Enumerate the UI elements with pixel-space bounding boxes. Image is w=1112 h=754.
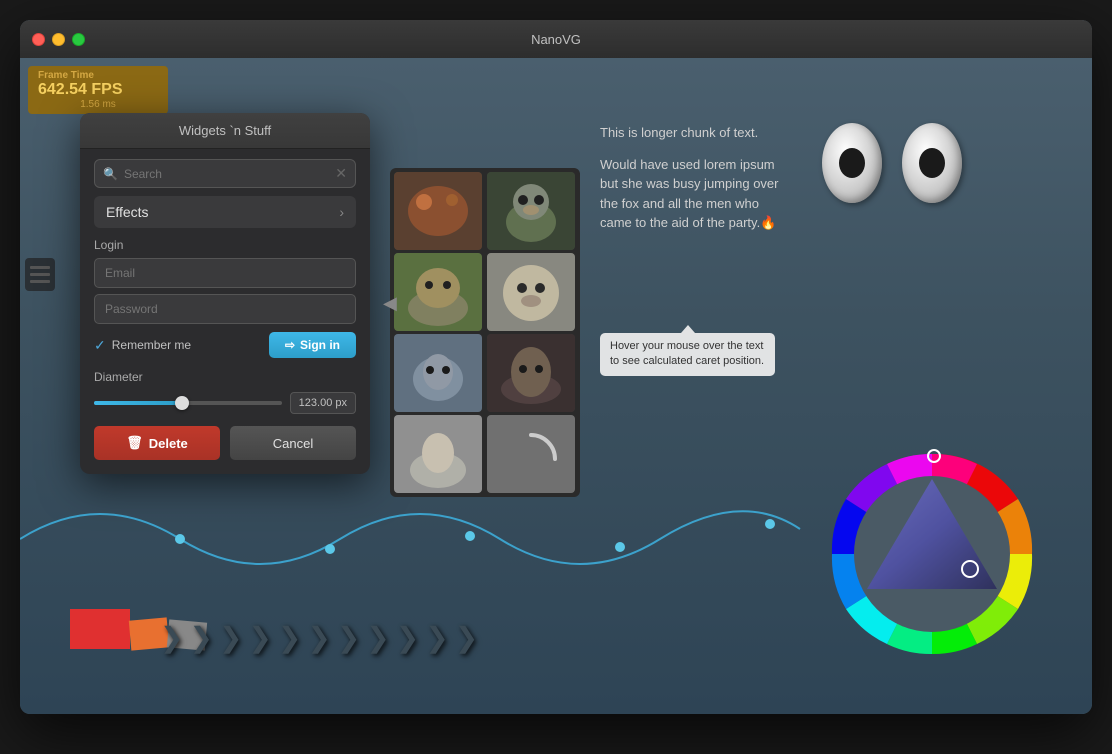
main-window: NanoVG Frame Time 642.54 FPS 1.56 ms Wid… — [20, 20, 1092, 714]
tooltip-text: Hover your mouse over the text to see ca… — [610, 340, 764, 367]
close-button[interactable] — [32, 33, 45, 46]
image-thumbnail-1 — [394, 172, 482, 250]
image-cell-3[interactable] — [394, 253, 482, 331]
delete-label: Delete — [149, 436, 188, 451]
effects-arrow-icon: › — [339, 204, 344, 220]
image-thumbnail-6 — [487, 334, 575, 412]
panel-line — [30, 273, 50, 276]
traffic-lights — [32, 33, 85, 46]
diameter-slider[interactable] — [94, 401, 282, 405]
fps-counter: Frame Time 642.54 FPS 1.56 ms — [28, 66, 168, 114]
signin-icon: ⇨ — [285, 338, 295, 352]
canvas-area: Frame Time 642.54 FPS 1.56 ms Widgets `n… — [20, 58, 1092, 714]
color-wheel-svg[interactable] — [822, 444, 1042, 664]
widget-body: 🔍 ✕ Effects › Login ✓ Remember — [80, 149, 370, 474]
image-thumbnail-5 — [394, 334, 482, 412]
color-wheel-container — [822, 444, 1042, 664]
login-label: Login — [94, 238, 356, 252]
remember-left: ✓ Remember me — [94, 337, 191, 354]
pupil-right — [919, 148, 945, 178]
maximize-button[interactable] — [72, 33, 85, 46]
search-clear-icon[interactable]: ✕ — [335, 165, 347, 182]
arrow-chevron-4: ❯ — [248, 621, 271, 654]
arrow-chevron-8: ❯ — [366, 621, 389, 654]
arrow-chevron-1: ❯ — [160, 621, 183, 654]
buttons-row: 🗑 Delete Cancel — [94, 426, 356, 460]
arrow-chevron-5: ❯ — [278, 621, 301, 654]
signin-button[interactable]: ⇨ Sign in — [269, 332, 356, 358]
image-thumbnail-2 — [487, 172, 575, 250]
slider-row: 123.00 px — [94, 392, 356, 414]
eyes-container — [822, 123, 962, 203]
arrow-chevron-3: ❯ — [219, 621, 242, 654]
slider-thumb[interactable] — [175, 396, 189, 410]
image-cell-5[interactable] — [394, 334, 482, 412]
text-paragraph1: This is longer chunk of text. — [600, 123, 785, 143]
window-title: NanoVG — [531, 32, 581, 47]
panel-line — [30, 266, 50, 269]
password-field[interactable] — [94, 294, 356, 324]
slider-fill — [94, 401, 178, 405]
sine-wave-svg — [20, 479, 800, 569]
remember-me-label: Remember me — [112, 338, 191, 352]
eye-right — [902, 123, 962, 203]
fps-value: 642.54 FPS — [38, 81, 123, 99]
tooltip-arrow — [681, 325, 695, 333]
eye-left — [822, 123, 882, 203]
arrows-row: ❯ ❯ ❯ ❯ ❯ ❯ ❯ ❯ ❯ ❯ ❯ — [160, 621, 478, 654]
image-cell-2[interactable] — [487, 172, 575, 250]
fps-ms: 1.56 ms — [38, 99, 158, 110]
panel-line — [30, 280, 50, 283]
trash-icon: 🗑 — [126, 435, 143, 451]
text-paragraph2: Would have used lorem ipsum but she was … — [600, 155, 785, 233]
email-field[interactable] — [94, 258, 356, 288]
image-thumbnail-4 — [487, 253, 575, 331]
widget-dialog: Widgets `n Stuff 🔍 ✕ Effects › Login — [80, 113, 370, 474]
arrow-chevron-2: ❯ — [189, 621, 212, 654]
search-icon: 🔍 — [103, 167, 118, 181]
diameter-label: Diameter — [94, 370, 356, 384]
cancel-button[interactable]: Cancel — [230, 426, 356, 460]
signin-label: Sign in — [300, 338, 340, 352]
widget-title: Widgets `n Stuff — [80, 113, 370, 149]
tooltip-box: Hover your mouse over the text to see ca… — [600, 333, 775, 376]
effects-label: Effects — [106, 204, 149, 220]
swatch-red — [70, 609, 130, 649]
slider-value: 123.00 px — [290, 392, 356, 414]
pupil-left — [839, 148, 865, 178]
text-block: This is longer chunk of text. Would have… — [600, 123, 785, 233]
image-grid — [390, 168, 580, 497]
remember-row: ✓ Remember me ⇨ Sign in — [94, 332, 356, 358]
minimize-button[interactable] — [52, 33, 65, 46]
arrow-chevron-11: ❯ — [455, 621, 478, 654]
checkbox-checked-icon[interactable]: ✓ — [94, 337, 106, 354]
grid-prev-button[interactable]: ◀ — [383, 293, 397, 314]
left-panel — [25, 258, 55, 291]
image-cell-4[interactable] — [487, 253, 575, 331]
fps-label: Frame Time — [38, 70, 94, 81]
image-cell-6[interactable] — [487, 334, 575, 412]
titlebar: NanoVG — [20, 20, 1092, 58]
arrow-chevron-9: ❯ — [396, 621, 419, 654]
search-input[interactable] — [124, 167, 335, 181]
effects-row[interactable]: Effects › — [94, 196, 356, 228]
arrow-chevron-6: ❯ — [307, 621, 330, 654]
image-thumbnail-3 — [394, 253, 482, 331]
arrow-chevron-7: ❯ — [337, 621, 360, 654]
search-box[interactable]: 🔍 ✕ — [94, 159, 356, 188]
delete-button[interactable]: 🗑 Delete — [94, 426, 220, 460]
image-cell-1[interactable] — [394, 172, 482, 250]
arrow-chevron-10: ❯ — [425, 621, 448, 654]
